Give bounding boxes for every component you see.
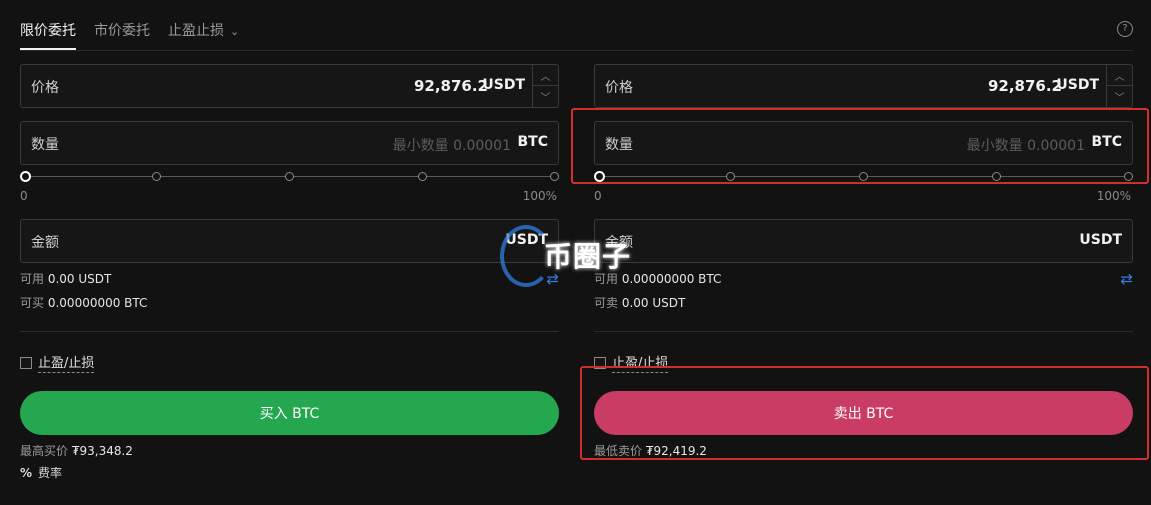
sell-highlight-box [580,366,1149,460]
sell-divider [594,331,1133,332]
slider-max-label: 100% [522,189,557,203]
sell-price-field[interactable]: 价格 92,876.2 USDT ︿ ﹀ [594,64,1133,108]
sell-balance-info: 可用 0.00000000 BTC 可卖 0.00 USDT ⇄ [594,267,1133,315]
buy-tpsl-checkbox[interactable] [20,356,32,369]
buy-divider [20,331,559,332]
sell-price-label: 价格 [605,80,633,96]
buy-max-buyable-value: 0.00000000 BTC [47,296,148,310]
help-icon[interactable]: ? [1117,21,1133,37]
slider-min-label: 0 [594,189,602,203]
watermark-text: 币圈子 [544,240,632,273]
buy-tpsl-toggle[interactable]: 止盈/止损 [20,352,559,373]
sell-amount-unit: USDT [1079,232,1122,248]
sell-price-value[interactable]: 92,876.2 [988,77,1062,95]
buy-quantity-field[interactable]: 数量 最小数量 0.00001 BTC [20,121,559,165]
buy-balance-info: 可用 0.00 USDT 可买 0.00000000 BTC ⇄ [20,267,559,315]
buy-best-price-value: ₮93,348.2 [71,444,133,458]
chevron-down-icon: ⌄ [230,25,240,38]
tab-market-order[interactable]: 市价委托 [94,14,150,50]
chevron-up-icon[interactable]: ︿ [1107,65,1132,86]
buy-quantity-slider[interactable] [20,169,559,189]
buy-column: 价格 92,876.2 USDT ︿ ﹀ 数量 最小数量 0.00001 BTC… [20,64,559,459]
buy-button[interactable]: 买入 BTC [20,391,559,435]
buy-price-value[interactable]: 92,876.2 [414,77,488,95]
order-panel: 限价委托 市价委托 止盈止损 ⌄ ? 价格 92,876.2 USDT ︿ ﹀ 数… [0,0,1151,505]
watermark: 币圈子 [500,225,660,287]
buy-max-buyable: 可买 0.00000000 BTC [20,296,148,310]
sell-amount-field[interactable]: 金额 USDT [594,219,1133,263]
buy-quantity-label: 数量 [31,137,59,153]
buy-slider-labels: 0 100% [20,189,557,205]
buy-best-price: 最高买价 ₮93,348.2 [20,444,133,458]
chevron-down-icon[interactable]: ﹀ [1107,86,1132,106]
buy-amount-field[interactable]: 金额 USDT [20,219,559,263]
buy-price-label: 价格 [31,80,59,96]
buy-quantity-placeholder: 最小数量 0.00001 [392,138,511,154]
buy-available-value: 0.00 USDT [47,272,112,286]
order-type-tabs: 限价委托 市价委托 止盈止损 ⌄ [20,14,239,50]
slider-step-25[interactable] [152,172,161,181]
buy-quantity-unit: BTC [517,134,549,150]
tab-tp-sl-label: 止盈止损 [168,23,224,39]
percent-icon: % [20,466,33,480]
sell-max-sellable-value: 0.00 USDT [621,296,686,310]
fee-rate-label: 费率 [38,466,63,480]
tab-limit-order[interactable]: 限价委托 [20,14,76,50]
fee-rate-link[interactable]: % 费率 [20,464,62,481]
buy-amount-label: 金额 [31,235,59,251]
slider-step-50[interactable] [285,172,294,181]
sell-price-stepper[interactable]: ︿ ﹀ [1106,65,1132,107]
swap-icon[interactable]: ⇄ [1120,267,1133,291]
slider-step-75[interactable] [418,172,427,181]
slider-min-label: 0 [20,189,28,203]
tab-tp-sl[interactable]: 止盈止损 ⌄ [168,14,239,50]
sell-max-sellable: 可卖 0.00 USDT [594,296,686,310]
slider-step-100[interactable] [550,172,559,181]
slider-max-label: 100% [1096,189,1131,203]
buy-price-stepper[interactable]: ︿ ﹀ [532,65,558,107]
buy-tpsl-label: 止盈/止损 [38,352,95,373]
sell-price-unit: USDT [1056,77,1099,93]
buy-price-field[interactable]: 价格 92,876.2 USDT ︿ ﹀ [20,64,559,108]
chevron-up-icon[interactable]: ︿ [533,65,558,86]
chevron-down-icon[interactable]: ﹀ [533,86,558,106]
buy-price-unit: USDT [482,77,525,93]
slider-handle[interactable] [20,171,31,182]
sell-slider-labels: 0 100% [594,189,1131,205]
quantity-highlight-box [571,108,1149,184]
sell-available: 可用 0.00000000 BTC [594,272,722,286]
buy-available: 可用 0.00 USDT [20,272,112,286]
tabs-divider [20,50,1133,51]
